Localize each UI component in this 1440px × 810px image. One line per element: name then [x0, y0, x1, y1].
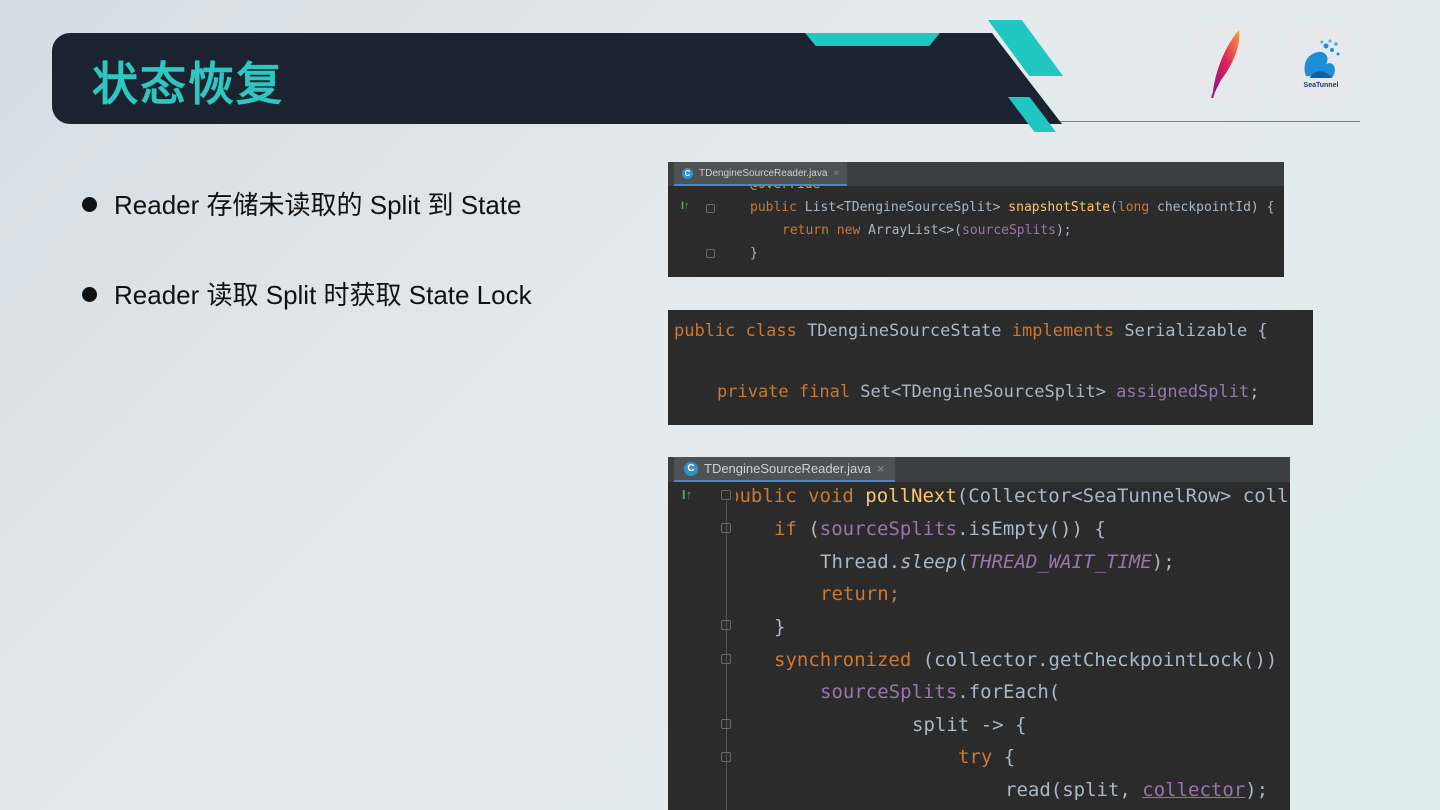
code-line: public List<TDengineSourceSplit> snapsho…	[750, 200, 1275, 215]
slide-title: 状态恢复	[92, 57, 284, 111]
tab-filename: TDengineSourceReader.java	[699, 167, 828, 179]
bullet-item: Reader 读取 Split 时获取 State Lock	[82, 275, 532, 312]
close-icon[interactable]: ×	[877, 461, 885, 476]
fold-icon[interactable]	[721, 523, 731, 533]
bullet-text: Reader 存储未读取的 Split 到 State	[114, 190, 522, 220]
bullet-dot	[82, 196, 97, 212]
title-underline	[1060, 121, 1360, 122]
fold-icon[interactable]	[721, 719, 731, 729]
accent-stripe	[805, 33, 940, 46]
fold-icon[interactable]	[721, 620, 731, 630]
code-snippet-poll-next: C TDengineSourceReader.java × I↑ public …	[668, 457, 1290, 810]
seatunnel-label: SeaTunnel	[1303, 81, 1339, 89]
code-line: public void pollNext(Collector<SeaTunnel…	[728, 485, 1289, 507]
apache-logo	[1185, 22, 1265, 102]
apache-feather-icon	[1211, 30, 1240, 98]
code-line: return;	[820, 583, 901, 605]
editor-tab-bar: C TDengineSourceReader.java ×	[668, 457, 1290, 482]
code-snippet-snapshot-state: C TDengineSourceReader.java × @Override …	[668, 162, 1284, 277]
implements-gutter-icon[interactable]: I↑	[681, 200, 690, 212]
class-icon: C	[684, 461, 698, 476]
fold-icon[interactable]	[706, 249, 715, 258]
code-line: public class TDengineSourceState impleme…	[674, 321, 1268, 341]
fold-icon[interactable]	[721, 490, 731, 500]
fold-icon[interactable]	[721, 654, 731, 664]
code-line: split -> {	[912, 714, 1027, 736]
implements-gutter-icon[interactable]: I↑	[682, 487, 692, 502]
code-line: Thread.sleep(THREAD_WAIT_TIME);	[820, 551, 1175, 573]
code-line: return new ArrayList<>(sourceSplits);	[782, 223, 1072, 238]
code-line: synchronized (collector.getCheckpointLoc…	[774, 649, 1278, 671]
editor-tab[interactable]: C TDengineSourceReader.java ×	[674, 162, 848, 186]
code-line: read(split, collector);	[1005, 779, 1269, 801]
code-line: try {	[958, 746, 1016, 768]
code-line: private final Set<TDengineSourceSplit> a…	[717, 382, 1260, 402]
tab-filename: TDengineSourceReader.java	[704, 461, 871, 476]
code-snippet-source-state: public class TDengineSourceState impleme…	[668, 310, 1313, 425]
seatunnel-wave-icon	[1304, 39, 1340, 78]
editor-tab-bar: C TDengineSourceReader.java ×	[668, 162, 1284, 186]
class-icon: C	[682, 167, 693, 179]
seatunnel-logo: SeaTunnel	[1281, 22, 1361, 102]
bullet-item: Reader 存储未读取的 Split 到 State	[82, 185, 521, 222]
close-icon[interactable]: ×	[833, 168, 839, 179]
bullet-dot	[82, 286, 97, 302]
code-line: if (sourceSplits.isEmpty()) {	[774, 518, 1106, 540]
code-line: sourceSplits.forEach(	[820, 681, 1061, 703]
code-line: }	[774, 616, 786, 638]
editor-tab[interactable]: C TDengineSourceReader.java ×	[674, 457, 895, 482]
fold-icon[interactable]	[706, 204, 715, 213]
code-line: }	[750, 246, 758, 261]
fold-icon[interactable]	[721, 752, 731, 762]
bullet-text: Reader 读取 Split 时获取 State Lock	[114, 280, 532, 310]
